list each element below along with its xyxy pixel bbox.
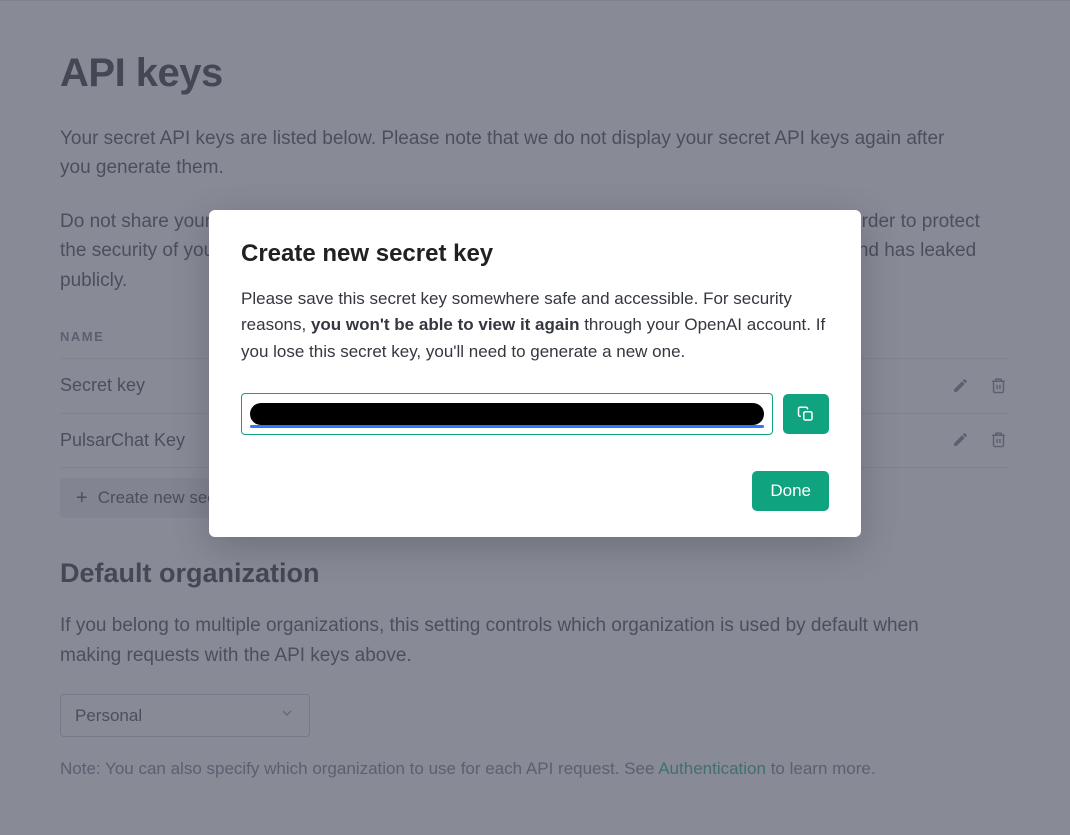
selection-underline [250,425,764,428]
modal-overlay[interactable]: Create new secret key Please save this s… [0,0,1070,835]
secret-key-value-redacted [250,403,764,425]
copy-button[interactable] [783,394,829,434]
create-key-modal: Create new secret key Please save this s… [209,210,861,537]
secret-key-field[interactable] [241,393,773,435]
modal-title: Create new secret key [241,240,829,268]
copy-icon [797,405,815,423]
modal-description: Please save this secret key somewhere sa… [241,286,829,365]
done-button[interactable]: Done [752,471,829,511]
